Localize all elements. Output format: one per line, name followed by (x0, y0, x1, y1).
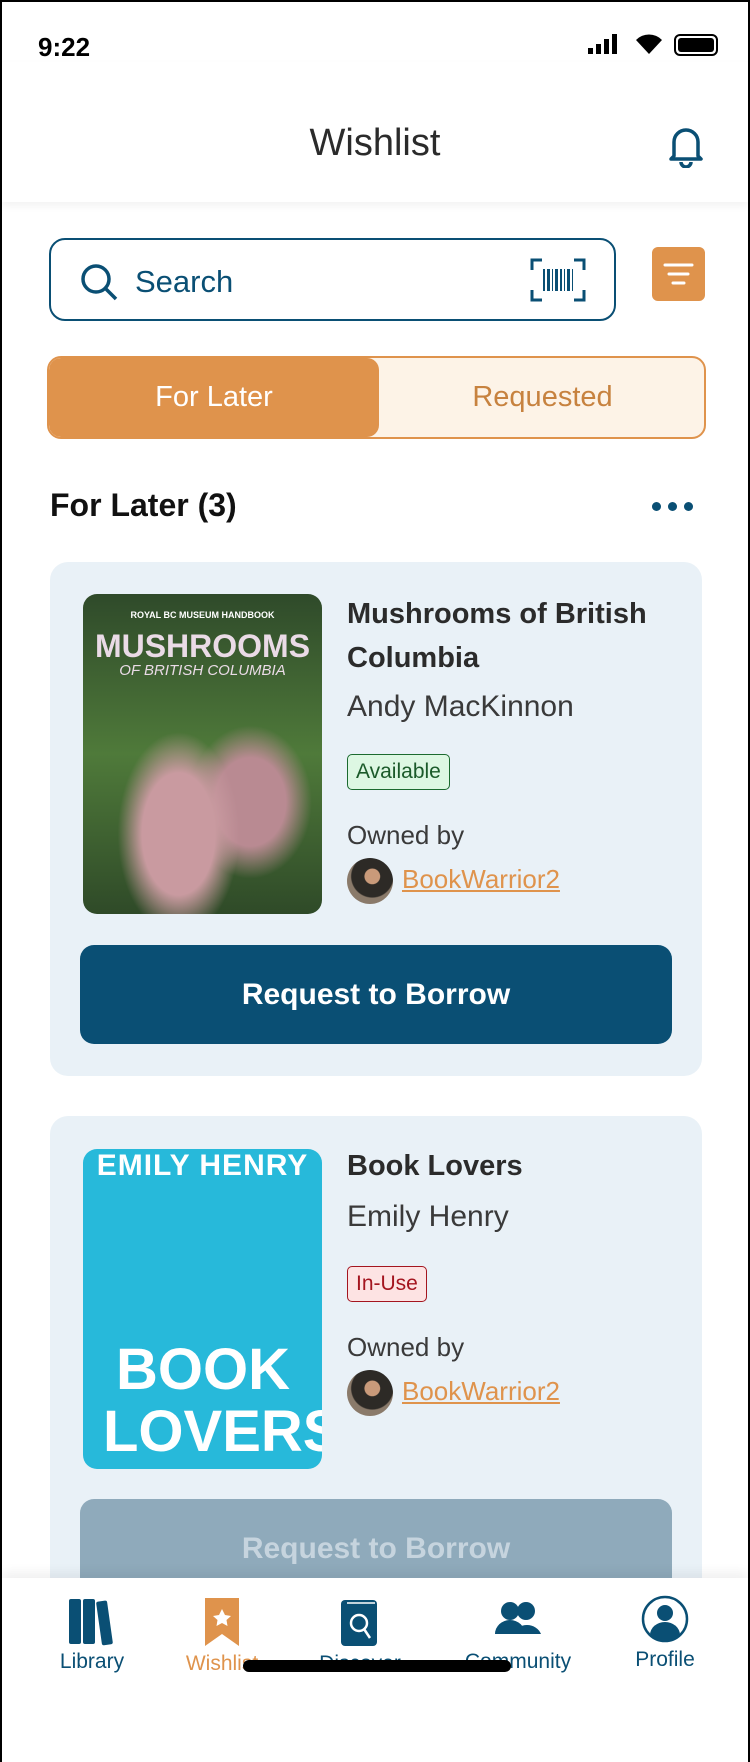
book-card: ROYAL BC MUSEUM HANDBOOK MUSHROOMS OF BR… (50, 562, 702, 1076)
discover-book-icon (341, 1600, 377, 1646)
bell-icon[interactable] (666, 124, 706, 173)
owned-by-label: Owned by (347, 1332, 465, 1362)
avatar (347, 858, 393, 904)
filter-button[interactable] (652, 247, 705, 301)
community-icon (495, 1602, 541, 1634)
bookmark-star-icon (205, 1598, 239, 1646)
profile-icon (641, 1595, 689, 1643)
book-title: Mushrooms of British Columbia (347, 598, 647, 674)
status-time: 9:22 (38, 32, 91, 62)
tab-requested[interactable]: Requested (379, 358, 704, 437)
nav-profile[interactable]: Profile (605, 1594, 725, 1672)
nav-label: Library (59, 1650, 125, 1673)
wifi-icon (634, 32, 664, 59)
cover-author: EMILY HENRY (96, 1149, 309, 1182)
search-input[interactable]: Search (49, 238, 616, 321)
nav-label: Profile (635, 1648, 695, 1671)
section-title: For Later (3) (50, 487, 237, 523)
search-placeholder: Search (135, 264, 234, 299)
cover-title: BOOK LOVERS (103, 1337, 322, 1464)
segmented-control: For Later Requested (47, 356, 706, 439)
book-author: Andy MacKinnon (347, 690, 574, 723)
filter-icon (663, 263, 694, 285)
signal-icon (588, 34, 618, 59)
more-options-icon[interactable] (652, 502, 693, 511)
nav-library[interactable]: Library (32, 1596, 152, 1674)
cover-series: ROYAL BC MUSEUM HANDBOOK (130, 610, 275, 620)
request-to-borrow-button[interactable]: Request to Borrow (80, 945, 672, 1044)
book-author: Emily Henry (347, 1200, 509, 1233)
book-cover[interactable]: ROYAL BC MUSEUM HANDBOOK MUSHROOMS OF BR… (83, 594, 322, 914)
cover-title: MUSHROOMS (94, 628, 311, 664)
status-badge: In-Use (347, 1266, 427, 1302)
book-card: EMILY HENRY BOOK LOVERS Book Lovers Emil… (50, 1116, 702, 1636)
owner-link[interactable]: BookWarrior2 (402, 1376, 560, 1407)
status-badge: Available (347, 754, 450, 790)
owned-by-label: Owned by (347, 820, 465, 850)
avatar (347, 1370, 393, 1416)
battery-icon (674, 34, 718, 56)
book-title: Book Lovers (347, 1150, 523, 1182)
tab-for-later[interactable]: For Later (49, 358, 379, 437)
barcode-scan-icon[interactable] (530, 258, 586, 302)
cover-subtitle: OF BRITISH COLUMBIA (119, 662, 286, 679)
search-icon (81, 264, 118, 301)
owner-link[interactable]: BookWarrior2 (402, 864, 560, 895)
home-indicator[interactable] (243, 1660, 511, 1672)
book-cover[interactable]: EMILY HENRY BOOK LOVERS (83, 1149, 322, 1469)
library-icon (69, 1599, 113, 1646)
page-title: Wishlist (309, 122, 441, 164)
